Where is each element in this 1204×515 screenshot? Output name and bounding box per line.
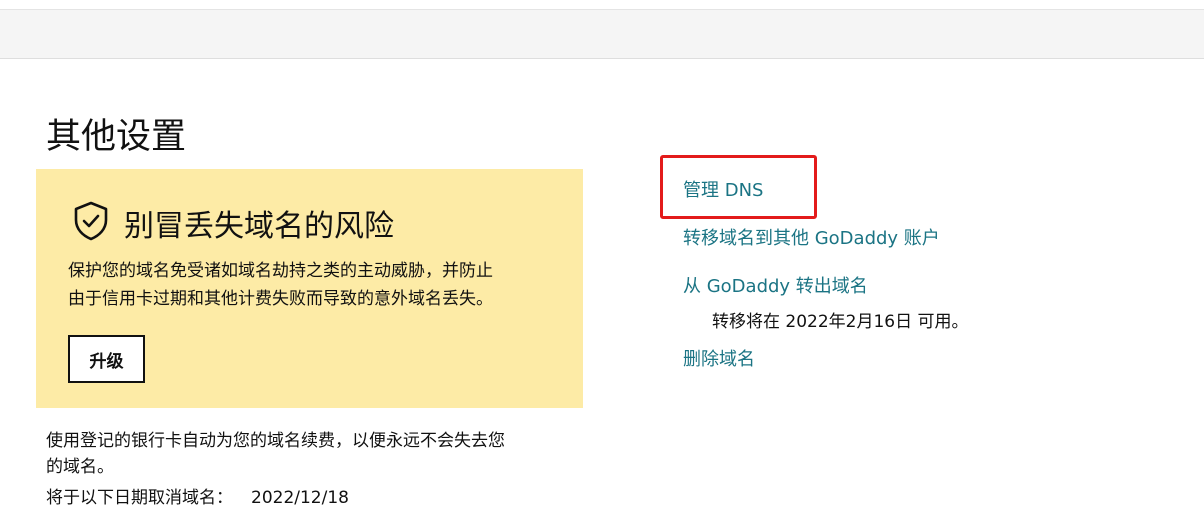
promo-title: 别冒丢失域名的风险 [124, 209, 394, 244]
transfer-to-godaddy-account-link[interactable]: 转移域名到其他 GoDaddy 账户 [683, 226, 940, 252]
cancellation-info: 将于以下日期取消域名： 2022/12/18 [46, 485, 349, 511]
manage-dns-link[interactable]: 管理 DNS [683, 178, 763, 204]
promo-description-line-1: 保护您的域名免受诸如域名劫持之类的主动威胁，并防止 [68, 261, 493, 281]
upgrade-button[interactable]: 升级 [68, 335, 145, 383]
autorenew-note-line-1: 使用登记的银行卡自动为您的域名续费，以便永远不会失去您 [46, 431, 505, 451]
top-header-band [0, 9, 1204, 59]
promo-description-line-2: 由于信用卡过期和其他计费失败而导致的意外域名丢失。 [68, 289, 493, 309]
transfer-out-link[interactable]: 从 GoDaddy 转出域名 [683, 274, 868, 300]
shield-check-icon [74, 201, 108, 241]
section-title: 其他设置 [46, 117, 187, 157]
autorenew-note: 使用登记的银行卡自动为您的域名续费，以便永远不会失去您 的域名。 [46, 428, 586, 480]
domain-protection-card: 别冒丢失域名的风险 保护您的域名免受诸如域名劫持之类的主动威胁，并防止 由于信用… [36, 169, 583, 408]
cancellation-label: 将于以下日期取消域名： [46, 488, 233, 508]
transfer-availability-note: 转移将在 2022年2月16日 可用。 [712, 312, 969, 332]
autorenew-note-line-2: 的域名。 [46, 457, 114, 477]
cancellation-date: 2022/12/18 [251, 488, 349, 508]
promo-description: 保护您的域名免受诸如域名劫持之类的主动威胁，并防止 由于信用卡过期和其他计费失败… [68, 257, 568, 313]
delete-domain-link[interactable]: 删除域名 [683, 347, 755, 373]
